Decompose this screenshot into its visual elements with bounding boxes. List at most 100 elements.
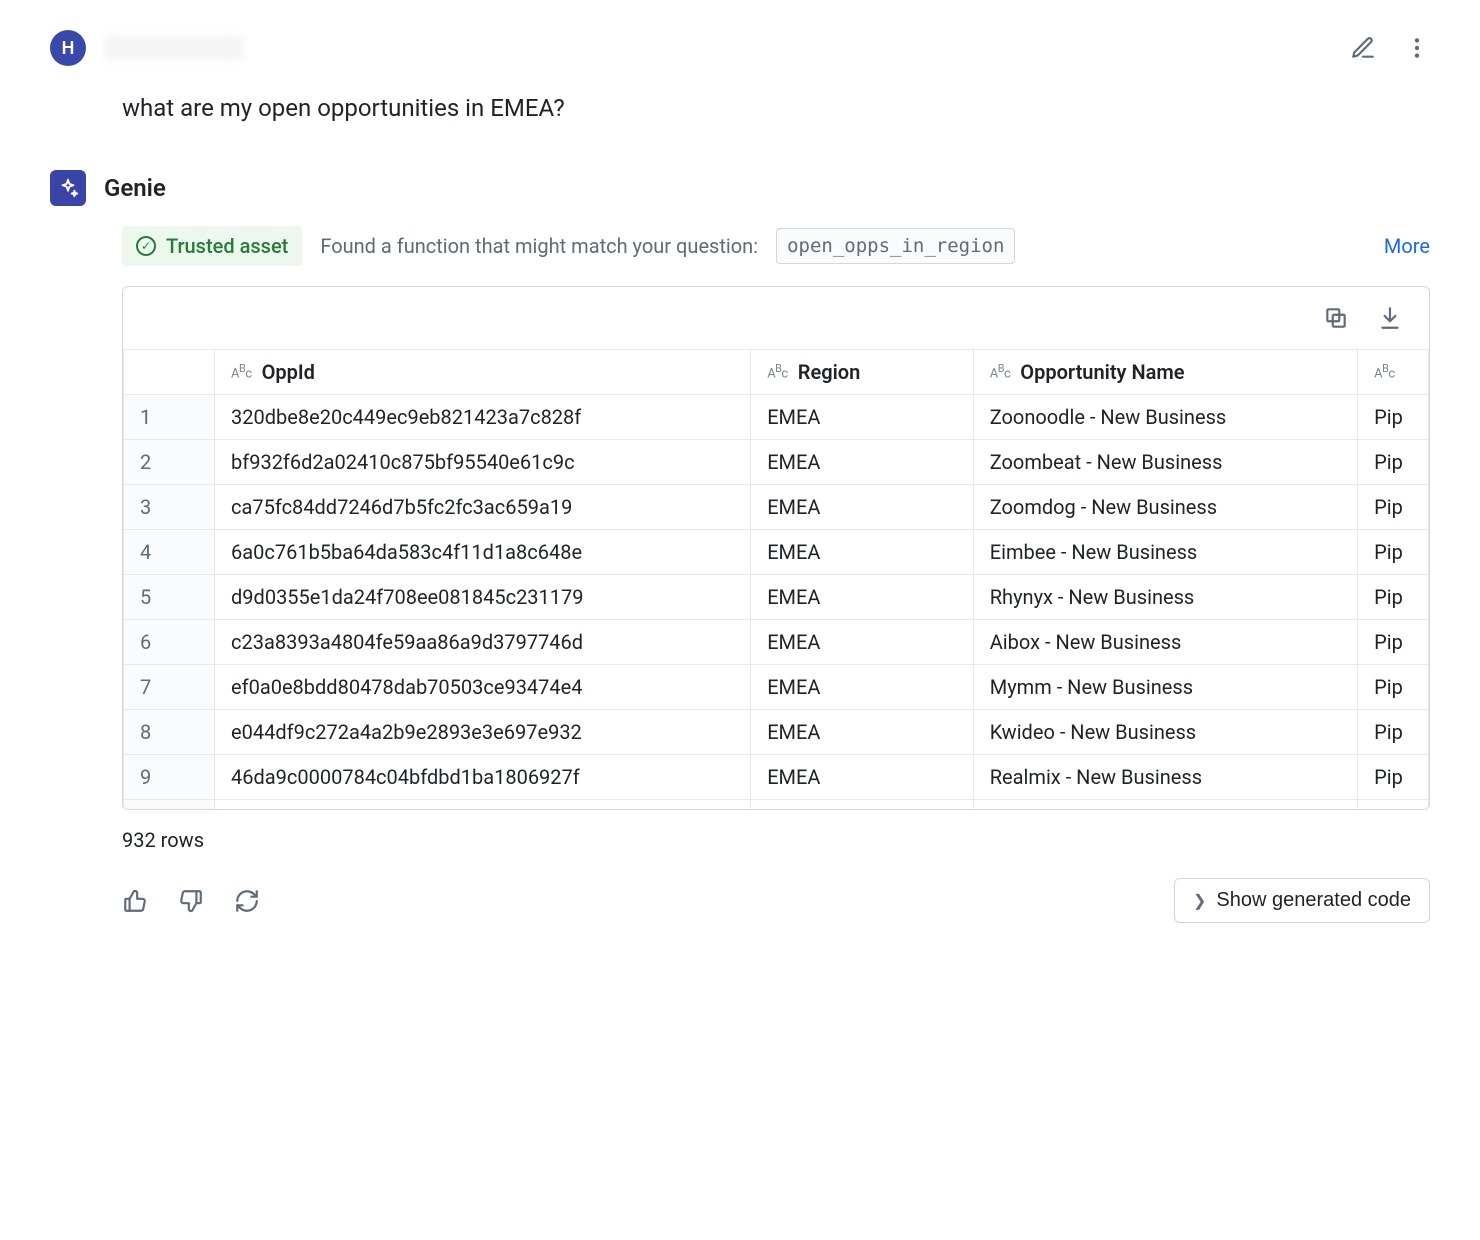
oppid-cell: 3f0bf73bf05941bc9467759efb96fc27: [215, 800, 751, 810]
table-row[interactable]: 1320dbe8e20c449ec9eb821423a7c828fEMEAZoo…: [124, 395, 1429, 440]
oppid-cell: 320dbe8e20c449ec9eb821423a7c828f: [215, 395, 751, 440]
row-index-cell: 1: [124, 395, 215, 440]
row-index-cell: 6: [124, 620, 215, 665]
chevron-right-icon: ❯: [1193, 891, 1206, 911]
oppid-cell: bf932f6d2a02410c875bf95540e61c9c: [215, 440, 751, 485]
column-header-region[interactable]: ABc Region: [751, 350, 974, 395]
trusted-asset-badge: ✓ Trusted asset: [122, 226, 302, 266]
opname-cell: Zoombeat - New Business: [973, 440, 1357, 485]
download-icon: [1377, 305, 1403, 331]
username-redacted: [104, 35, 244, 61]
extra-cell: Pip: [1358, 440, 1429, 485]
more-menu-button[interactable]: [1404, 35, 1430, 61]
thumbs-down-icon: [178, 888, 204, 914]
responder-header: Genie: [50, 170, 1430, 206]
oppid-cell: 6a0c761b5ba64da583c4f11d1a8c648e: [215, 530, 751, 575]
download-button[interactable]: [1377, 305, 1403, 331]
more-link[interactable]: More: [1384, 234, 1430, 258]
string-type-icon: ABc: [990, 362, 1011, 381]
row-index-cell: 8: [124, 710, 215, 755]
extra-cell: Pip: [1358, 800, 1429, 810]
opname-cell: Skilith - New Business: [973, 800, 1357, 810]
dots-vertical-icon: [1404, 35, 1430, 61]
row-index-cell: 3: [124, 485, 215, 530]
column-label: Opportunity Name: [1020, 360, 1184, 384]
sparkle-icon: [57, 177, 79, 199]
region-cell: EMEA: [751, 530, 974, 575]
table-row[interactable]: 7ef0a0e8bdd80478dab70503ce93474e4EMEAMym…: [124, 665, 1429, 710]
opname-cell: Mymm - New Business: [973, 665, 1357, 710]
column-header-oppid[interactable]: ABcOppId: [215, 350, 751, 395]
column-header-opname[interactable]: ABc Opportunity Name: [973, 350, 1357, 395]
function-chip[interactable]: open_opps_in_region: [776, 228, 1015, 264]
user-message-header: H: [50, 30, 1430, 66]
region-cell: EMEA: [751, 575, 974, 620]
user-question-text: what are my open opportunities in EMEA?: [122, 94, 1430, 122]
string-type-icon: ABc: [231, 362, 252, 381]
region-cell: EMEA: [751, 395, 974, 440]
table-toolbar: [123, 287, 1429, 349]
table-row[interactable]: 3ca75fc84dd7246d7b5fc2fc3ac659a19EMEAZoo…: [124, 485, 1429, 530]
extra-cell: Pip: [1358, 620, 1429, 665]
region-cell: EMEA: [751, 485, 974, 530]
region-cell: EMEA: [751, 710, 974, 755]
responder-name: Genie: [104, 174, 166, 202]
trusted-asset-label: Trusted asset: [166, 234, 288, 258]
user-avatar: H: [50, 30, 86, 66]
table-row[interactable]: 946da9c0000784c04bfdbd1ba1806927fEMEARea…: [124, 755, 1429, 800]
region-cell: EMEA: [751, 665, 974, 710]
oppid-cell: 46da9c0000784c04bfdbd1ba1806927f: [215, 755, 751, 800]
region-cell: EMEA: [751, 440, 974, 485]
genie-avatar: [50, 170, 86, 206]
oppid-cell: c23a8393a4804fe59aa86a9d3797746d: [215, 620, 751, 665]
string-type-icon: ABc: [1374, 362, 1395, 381]
trust-row: ✓ Trusted asset Found a function that mi…: [122, 226, 1430, 266]
region-cell: EMEA: [751, 620, 974, 665]
table-row[interactable]: 2bf932f6d2a02410c875bf95540e61c9cEMEAZoo…: [124, 440, 1429, 485]
thumbs-up-button[interactable]: [122, 888, 148, 914]
table-row[interactable]: 5d9d0355e1da24f708ee081845c231179EMEARhy…: [124, 575, 1429, 620]
row-index-cell: 9: [124, 755, 215, 800]
extra-cell: Pip: [1358, 485, 1429, 530]
column-header-index[interactable]: [124, 350, 215, 395]
extra-cell: Pip: [1358, 395, 1429, 440]
table-row[interactable]: 103f0bf73bf05941bc9467759efb96fc27EMEASk…: [124, 800, 1429, 810]
column-label: Region: [798, 360, 861, 384]
found-function-text: Found a function that might match your q…: [320, 234, 758, 258]
copy-button[interactable]: [1323, 305, 1349, 331]
row-index-cell: 4: [124, 530, 215, 575]
extra-cell: Pip: [1358, 665, 1429, 710]
table-row[interactable]: 8e044df9c272a4a2b9e2893e3e697e932EMEAKwi…: [124, 710, 1429, 755]
oppid-cell: d9d0355e1da24f708ee081845c231179: [215, 575, 751, 620]
opname-cell: Eimbee - New Business: [973, 530, 1357, 575]
row-index-cell: 10: [124, 800, 215, 810]
thumbs-down-button[interactable]: [178, 888, 204, 914]
refresh-icon: [234, 888, 260, 914]
row-index-cell: 7: [124, 665, 215, 710]
pencil-icon: [1350, 35, 1376, 61]
opname-cell: Rhynyx - New Business: [973, 575, 1357, 620]
oppid-cell: ca75fc84dd7246d7b5fc2fc3ac659a19: [215, 485, 751, 530]
oppid-cell: e044df9c272a4a2b9e2893e3e697e932: [215, 710, 751, 755]
row-index-cell: 2: [124, 440, 215, 485]
show-generated-code-button[interactable]: ❯ Show generated code: [1174, 878, 1430, 923]
regenerate-button[interactable]: [234, 888, 260, 914]
string-type-icon: ABc: [767, 362, 788, 381]
opname-cell: Zoonoodle - New Business: [973, 395, 1357, 440]
opname-cell: Realmix - New Business: [973, 755, 1357, 800]
opname-cell: Aibox - New Business: [973, 620, 1357, 665]
column-header-extra[interactable]: ABc: [1358, 350, 1429, 395]
table-row[interactable]: 46a0c761b5ba64da583c4f11d1a8c648eEMEAEim…: [124, 530, 1429, 575]
extra-cell: Pip: [1358, 530, 1429, 575]
table-row[interactable]: 6c23a8393a4804fe59aa86a9d3797746dEMEAAib…: [124, 620, 1429, 665]
edit-button[interactable]: [1350, 35, 1376, 61]
extra-cell: Pip: [1358, 710, 1429, 755]
table-header-row: ABcOppId ABc Region ABc Opportunity Name A…: [124, 350, 1429, 395]
results-table: ABcOppId ABc Region ABc Opportunity Name A…: [123, 349, 1429, 809]
opname-cell: Kwideo - New Business: [973, 710, 1357, 755]
copy-icon: [1323, 305, 1349, 331]
row-index-cell: 5: [124, 575, 215, 620]
oppid-cell: ef0a0e8bdd80478dab70503ce93474e4: [215, 665, 751, 710]
check-circle-icon: ✓: [136, 236, 156, 256]
region-cell: EMEA: [751, 755, 974, 800]
